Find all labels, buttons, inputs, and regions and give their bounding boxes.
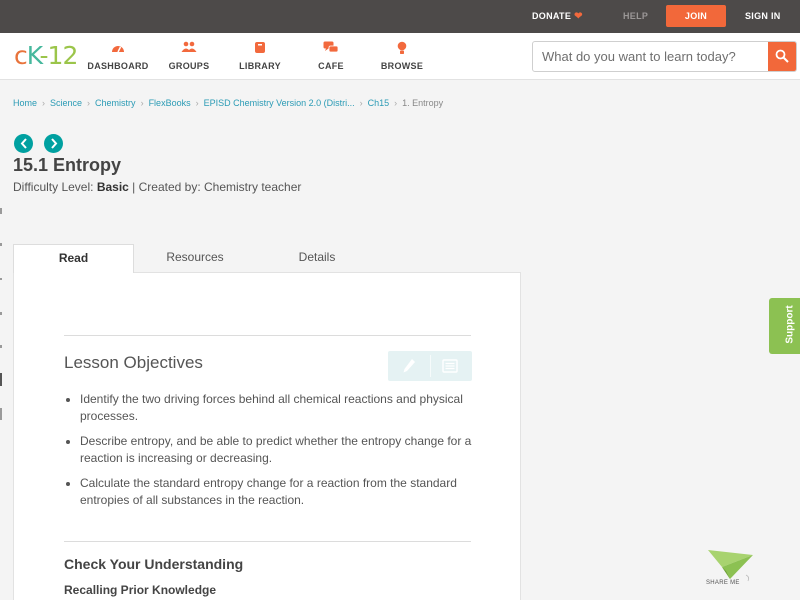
top-bar: DONATE ❤ HELP JOIN SIGN IN [0, 0, 800, 33]
donate-link[interactable]: DONATE ❤ [532, 0, 583, 33]
join-button[interactable]: JOIN [666, 5, 726, 27]
breadcrumb-separator: › [359, 98, 363, 108]
previous-lesson-button[interactable] [14, 134, 33, 153]
edge-toolbar-mark [0, 408, 2, 420]
list-item: Identify the two driving forces behind a… [64, 391, 476, 425]
nav-library-label: LIBRARY [239, 61, 281, 71]
divider [64, 335, 471, 336]
lesson-content: Lesson Objectives Identify the two drivi… [13, 272, 521, 600]
lesson-meta: Difficulty Level: Basic | Created by: Ch… [13, 180, 301, 194]
nav-library[interactable]: LIBRARY [225, 41, 295, 71]
sign-in-link[interactable]: SIGN IN [745, 0, 781, 33]
search-button[interactable] [768, 42, 796, 71]
groups-icon [154, 41, 224, 56]
nav-cafe[interactable]: CAFE [296, 41, 366, 71]
lesson-objectives-heading: Lesson Objectives [64, 353, 203, 372]
nav-groups[interactable]: GROUPS [154, 41, 224, 71]
notes-icon[interactable] [442, 359, 458, 378]
support-button[interactable]: Support [769, 298, 800, 354]
breadcrumb-separator: › [42, 98, 46, 108]
heart-icon: ❤ [574, 11, 583, 22]
edge-toolbar-mark [0, 312, 2, 315]
breadcrumb-science[interactable]: Science [50, 98, 82, 108]
nav-browse[interactable]: BROWSE [367, 41, 437, 71]
tab-resources[interactable]: Resources [149, 244, 241, 273]
edge-toolbar-mark [0, 345, 2, 348]
main-nav: cK-12 DASHBOARD GROUPS LIBRARY CAFE BROW… [0, 33, 800, 80]
annotation-tools [388, 351, 472, 381]
divider [64, 541, 471, 542]
breadcrumb: Home › Science › Chemistry › FlexBooks › EPISD C… [13, 98, 443, 108]
page-title: 15.1 Entropy [13, 155, 122, 175]
created-by: | Created by: Chemistry teacher [128, 180, 302, 194]
next-lesson-button[interactable] [44, 134, 63, 153]
breadcrumb-flexbooks[interactable]: FlexBooks [149, 98, 191, 108]
search-box [532, 41, 797, 72]
nav-dashboard[interactable]: DASHBOARD [83, 41, 153, 71]
search-input[interactable] [533, 42, 769, 71]
breadcrumb-home[interactable]: Home [13, 98, 37, 108]
donate-label: DONATE [532, 11, 572, 21]
search-icon [775, 49, 789, 63]
ck12-logo[interactable]: cK-12 [14, 41, 79, 70]
difficulty-value: Basic [96, 180, 129, 194]
logo-k: K [26, 41, 41, 70]
breadcrumb-separator: › [394, 98, 398, 108]
browse-icon [367, 41, 437, 56]
dashboard-icon [83, 41, 153, 56]
logo-c: c [14, 41, 28, 70]
support-label: Support [784, 305, 796, 344]
breadcrumb-separator: › [87, 98, 91, 108]
breadcrumb-current: 1. Entropy [402, 98, 444, 108]
breadcrumb-book[interactable]: EPISD Chemistry Version 2.0 (Distri... [204, 98, 355, 108]
edge-toolbar-mark [0, 278, 2, 280]
difficulty-label: Difficulty Level: [13, 180, 97, 194]
chevron-right-icon [50, 138, 57, 149]
nav-groups-label: GROUPS [168, 61, 210, 71]
check-understanding-heading: Check Your Understanding [64, 556, 244, 572]
breadcrumb-separator: › [140, 98, 144, 108]
breadcrumb-chemistry[interactable]: Chemistry [95, 98, 136, 108]
chevron-left-icon [20, 138, 27, 149]
share-me-label: SHARE ME [706, 580, 740, 586]
list-item: Calculate the standard entropy change fo… [64, 475, 476, 509]
breadcrumb-separator: › [195, 98, 199, 108]
nav-cafe-label: CAFE [318, 61, 344, 71]
cafe-icon [296, 41, 366, 56]
tab-details[interactable]: Details [271, 244, 363, 273]
recalling-heading: Recalling Prior Knowledge [64, 583, 217, 597]
objectives-list: Identify the two driving forces behind a… [64, 391, 476, 517]
edge-toolbar-mark [0, 373, 2, 386]
logo-12: -12 [39, 41, 79, 70]
edge-toolbar-mark [0, 243, 2, 246]
edge-toolbar-mark [0, 208, 2, 214]
tool-divider [430, 355, 431, 377]
breadcrumb-chapter[interactable]: Ch15 [368, 98, 390, 108]
library-icon [225, 41, 295, 56]
nav-dashboard-label: DASHBOARD [87, 61, 149, 71]
nav-browse-label: BROWSE [380, 61, 424, 71]
list-item: Describe entropy, and be able to predict… [64, 433, 476, 467]
tab-read[interactable]: Read [13, 244, 134, 273]
pencil-icon[interactable] [402, 358, 416, 379]
help-link[interactable]: HELP [623, 0, 648, 33]
